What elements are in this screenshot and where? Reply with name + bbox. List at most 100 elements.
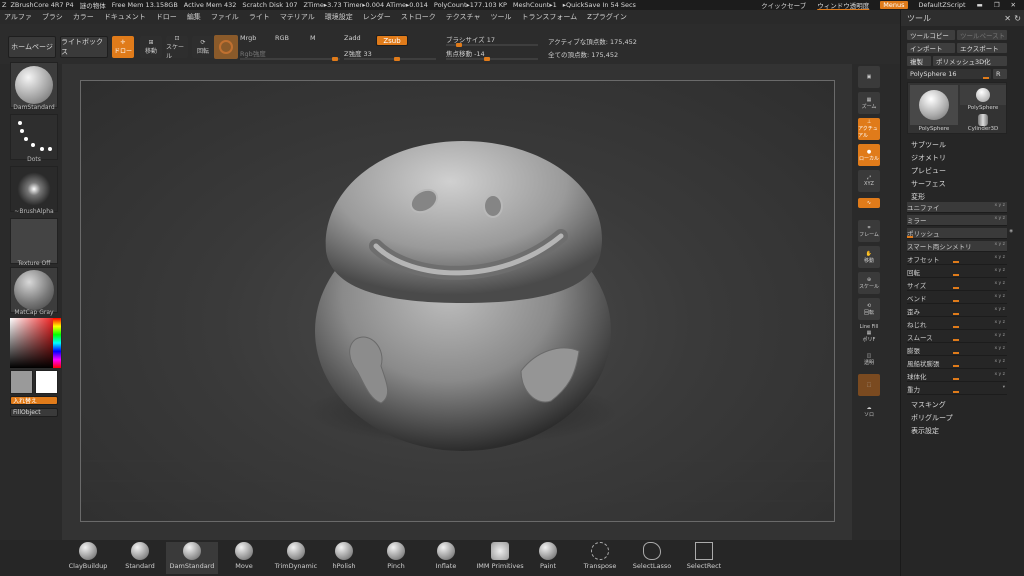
deform-inflate-balloon[interactable]: 風船状膨張 x y z <box>907 358 1007 369</box>
bpr-button[interactable]: ▣ <box>858 66 880 88</box>
rgb-intensity-slider[interactable]: Rgb強度 <box>240 48 340 61</box>
preview-section[interactable]: プレビュー <box>911 166 946 176</box>
r-button[interactable]: R <box>993 69 1007 79</box>
xyz-icon[interactable]: x y z <box>994 346 1005 351</box>
main-color-swatch[interactable] <box>35 370 58 394</box>
slider-knob[interactable] <box>953 378 959 380</box>
menu-zplugin[interactable]: Zプラグイン <box>587 12 627 22</box>
zoom-button[interactable]: ▦ ズーム <box>858 92 880 114</box>
zadd-toggle[interactable]: Zadd <box>344 34 374 46</box>
deform-polish[interactable]: ポリッシュ ◉ <box>907 228 1013 239</box>
surface-section[interactable]: サーフェス <box>911 179 946 189</box>
brush-size-slider[interactable]: ブラシサイズ 17 <box>446 34 538 47</box>
window-transparency-toggle[interactable]: ウィンドウ透明度 <box>817 0 869 10</box>
menu-material[interactable]: マテリアル <box>280 12 315 22</box>
zsub-toggle[interactable]: Zsub <box>376 35 408 46</box>
slider-knob[interactable] <box>953 261 959 263</box>
deform-bend[interactable]: ベンド x y z <box>907 293 1007 304</box>
xyz-icon[interactable]: x y z <box>994 307 1005 312</box>
slider-knob[interactable] <box>983 77 989 79</box>
export-button[interactable]: エクスポート <box>957 43 1007 53</box>
minimize-icon[interactable]: ▬ <box>977 1 983 9</box>
deform-smart-resym[interactable]: スマート両シンメトリ x y z <box>907 241 1007 252</box>
deform-skew[interactable]: 歪み x y z <box>907 306 1007 317</box>
texture-thumbnail[interactable] <box>10 218 58 264</box>
deformation-section[interactable]: 変形 <box>911 192 925 202</box>
local-button[interactable]: ● ローカル <box>858 144 880 166</box>
hue-strip[interactable] <box>53 318 61 368</box>
tool-thumb-cylinder[interactable] <box>960 113 1006 127</box>
line-fill-button[interactable]: Line Fill ▦ ポリF <box>858 322 880 344</box>
xyz-icon[interactable]: x y z <box>994 359 1005 364</box>
slider-knob[interactable] <box>953 391 959 393</box>
brush-claybuildup[interactable]: ClayBuildup <box>62 542 114 574</box>
ghost-button[interactable]: ⬚ <box>858 374 880 396</box>
restore-icon[interactable]: ❐ <box>994 1 1000 9</box>
xyz-icon[interactable]: x y z <box>994 333 1005 338</box>
slider-knob[interactable] <box>953 300 959 302</box>
polysphere-slider[interactable]: PolySphere 16 <box>907 69 991 79</box>
menu-file[interactable]: ファイル <box>211 12 239 22</box>
menu-texture[interactable]: テクスチャ <box>446 12 481 22</box>
slider-knob[interactable] <box>953 339 959 341</box>
xyz-icon[interactable]: x y z <box>994 216 1005 221</box>
deform-spherize[interactable]: 球体化 x y z <box>907 371 1007 382</box>
import-button[interactable]: インポート <box>907 43 955 53</box>
fill-object-button[interactable]: FillObject <box>10 408 58 417</box>
polygroups-section[interactable]: ポリグループ <box>911 413 953 423</box>
rgb-toggle[interactable]: RGB <box>275 34 305 46</box>
document-canvas[interactable] <box>80 80 835 522</box>
slider-knob[interactable] <box>953 352 959 354</box>
polish-features-icon[interactable]: ◉ <box>1009 229 1013 234</box>
slider-knob[interactable] <box>953 313 959 315</box>
focal-shift-slider[interactable]: 焦点移動 -14 <box>446 48 538 61</box>
menu-stroke[interactable]: ストローク <box>401 12 436 22</box>
clone-button[interactable]: 複製 <box>907 56 931 66</box>
xyz-rotate-button[interactable]: ⤢ XYZ <box>858 170 880 192</box>
menu-alpha[interactable]: アルファ <box>4 12 32 22</box>
display-properties-section[interactable]: 表示設定 <box>911 426 939 436</box>
subtool-section[interactable]: サブツール <box>911 140 946 150</box>
slider-knob[interactable] <box>332 57 338 61</box>
slider-knob[interactable] <box>953 365 959 367</box>
slider-knob[interactable] <box>394 57 400 61</box>
slider-knob[interactable] <box>907 236 913 238</box>
brush-paint[interactable]: Paint <box>522 542 574 574</box>
m-toggle[interactable]: M <box>310 34 340 46</box>
tool-palette-header[interactable]: ツール ✕ ↻ <box>901 10 1024 26</box>
slider-knob[interactable] <box>456 43 462 47</box>
stroke-thumbnail[interactable] <box>10 114 58 160</box>
slider-knob[interactable] <box>953 287 959 289</box>
brush-pinch[interactable]: Pinch <box>370 542 422 574</box>
move-view-button[interactable]: ✋ 移動 <box>858 246 880 268</box>
refresh-icon[interactable]: ↻ <box>1014 14 1021 23</box>
xyz-icon[interactable]: x y z <box>994 268 1005 273</box>
slider-knob[interactable] <box>953 326 959 328</box>
draw-mode-button[interactable]: ✛ ドロー <box>112 36 134 58</box>
menu-edit[interactable]: 編集 <box>187 12 201 22</box>
tool-thumb-current[interactable] <box>910 85 958 125</box>
xyz-icon[interactable]: x y z <box>994 255 1005 260</box>
brush-trimdynamic[interactable]: TrimDynamic <box>270 542 322 574</box>
brush-transpose[interactable]: Transpose <box>574 542 626 574</box>
masking-section[interactable]: マスキング <box>911 400 946 410</box>
deform-unify[interactable]: ユニファイ x y z <box>907 202 1007 213</box>
secondary-color-swatch[interactable] <box>10 370 33 394</box>
brush-damstandard[interactable]: DamStandard <box>166 542 218 574</box>
menu-preferences[interactable]: 環境設定 <box>325 12 353 22</box>
switch-color-button[interactable]: 入れ替え <box>10 396 58 405</box>
brush-standard[interactable]: Standard <box>114 542 166 574</box>
menu-tool[interactable]: ツール <box>490 12 511 22</box>
xyz-icon[interactable]: x y z <box>994 294 1005 299</box>
brush-inflate[interactable]: Inflate <box>420 542 472 574</box>
homepage-button[interactable]: ホームページ <box>8 36 56 58</box>
menu-transform[interactable]: トランスフォーム <box>521 12 577 22</box>
z-intensity-slider[interactable]: Z強度 33 <box>344 48 436 61</box>
rotate-view-button[interactable]: ⟲ 回転 <box>858 298 880 320</box>
brush-move[interactable]: Move <box>218 542 270 574</box>
menu-light[interactable]: ライト <box>249 12 270 22</box>
solo-button[interactable]: ☁ ソロ <box>858 400 880 422</box>
deform-smooth[interactable]: スムース x y z <box>907 332 1007 343</box>
xyz-icon[interactable]: x y z <box>994 242 1005 247</box>
tool-thumb-polysphere[interactable] <box>960 85 1006 105</box>
